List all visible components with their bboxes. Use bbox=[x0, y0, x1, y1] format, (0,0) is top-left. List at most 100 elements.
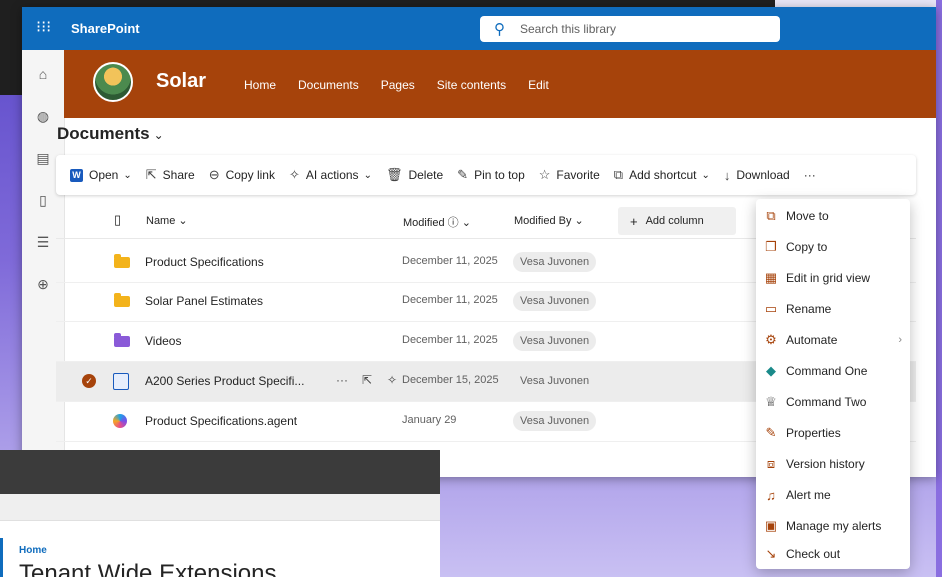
library-title-text: Documents bbox=[57, 124, 150, 143]
menu-item-label: Command Two bbox=[786, 395, 867, 409]
add-column-label: Add column bbox=[645, 215, 704, 227]
more-options-icon[interactable]: ··· bbox=[336, 373, 348, 387]
menu-item-alert-me[interactable]: ♫ Alert me bbox=[756, 480, 910, 510]
site-logo[interactable] bbox=[93, 62, 133, 102]
menu-item-properties[interactable]: ✎ Properties bbox=[756, 418, 910, 448]
menu-item-label: Move to bbox=[786, 209, 829, 223]
column-name[interactable]: Name ⌄ bbox=[146, 214, 188, 227]
file-type-icon[interactable]: ▯ bbox=[114, 212, 121, 228]
menu-item-label: Rename bbox=[786, 302, 832, 316]
command-one-icon: ◆ bbox=[766, 363, 776, 378]
delete-label: Delete bbox=[408, 168, 444, 182]
star-icon: ☆ bbox=[538, 167, 551, 182]
menu-item-command-two[interactable]: ♕ Command Two bbox=[756, 387, 910, 417]
menu-item-automate[interactable]: ⚙ Automate › bbox=[756, 325, 910, 355]
row-name[interactable]: Solar Panel Estimates bbox=[145, 294, 263, 308]
nav-documents[interactable]: Documents bbox=[298, 78, 359, 92]
column-modified-by-label: Modified By bbox=[514, 215, 572, 227]
trash-icon: 🗑 bbox=[385, 167, 403, 182]
menu-item-rename[interactable]: ▭ Rename bbox=[756, 294, 910, 324]
more-button[interactable]: ··· bbox=[804, 168, 816, 182]
row-modified: December 11, 2025 bbox=[402, 255, 498, 267]
ai-actions-button[interactable]: ✧ AI actions ⌄ bbox=[289, 167, 372, 183]
pin-to-top-button[interactable]: ✎ Pin to top bbox=[457, 167, 525, 183]
create-icon[interactable]: ⊕ bbox=[33, 274, 53, 294]
row-modified: December 15, 2025 bbox=[402, 374, 499, 386]
row-modified-by[interactable]: Vesa Juvonen bbox=[513, 331, 597, 351]
chevron-down-icon: ⌄ bbox=[153, 128, 164, 142]
globe-icon[interactable]: ◍ bbox=[33, 106, 53, 126]
library-title[interactable]: Documents ⌄ bbox=[57, 124, 164, 144]
share-icon[interactable]: ⇱ bbox=[362, 373, 372, 387]
copy-icon: ❐ bbox=[765, 239, 777, 254]
sharepoint-brand[interactable]: SharePoint bbox=[71, 21, 140, 36]
command-bar: W Open ⌄ ⇱ Share ⊖ Copy link ✧ AI actions ⌄ 🗑 D… bbox=[56, 155, 916, 195]
row-modified-by[interactable]: Vesa Juvonen bbox=[513, 411, 597, 431]
add-shortcut-button[interactable]: ⧉ Add shortcut ⌄ bbox=[614, 167, 710, 183]
favorite-button[interactable]: ☆ Favorite bbox=[539, 167, 600, 183]
menu-item-label: Copy to bbox=[786, 240, 828, 254]
row-name[interactable]: A200 Series Product Specifi... bbox=[145, 374, 304, 388]
app-launcher-icon[interactable]: ⁝⁝⁝ bbox=[36, 19, 54, 37]
document-icon[interactable]: ▯ bbox=[33, 190, 53, 210]
nav-site-contents[interactable]: Site contents bbox=[437, 78, 506, 92]
download-label: Download bbox=[736, 168, 790, 182]
column-modified-by[interactable]: Modified By ⌄ bbox=[514, 214, 584, 227]
menu-item-copy-to[interactable]: ❐ Copy to bbox=[756, 232, 910, 262]
nav-edit[interactable]: Edit bbox=[528, 78, 549, 92]
search-placeholder: Search this library bbox=[520, 22, 617, 36]
breadcrumb[interactable]: Home bbox=[19, 545, 47, 556]
download-button[interactable]: ↓ Download bbox=[724, 168, 790, 183]
open-button[interactable]: W Open ⌄ bbox=[70, 168, 132, 182]
second-window-toolbar bbox=[0, 494, 440, 521]
row-name[interactable]: Product Specifications bbox=[145, 255, 264, 269]
copy-link-button[interactable]: ⊖ Copy link bbox=[209, 167, 275, 183]
chevron-down-icon: ⌄ bbox=[701, 169, 710, 181]
row-modified-by[interactable]: Vesa Juvonen bbox=[513, 252, 597, 272]
history-icon: ⧈ bbox=[766, 456, 776, 471]
rename-icon: ▭ bbox=[764, 301, 778, 316]
pencil-icon: ✎ bbox=[765, 425, 777, 440]
menu-item-check-out[interactable]: ↘ Check out bbox=[756, 539, 910, 569]
column-modified[interactable]: Modified ⓘ ⌄ bbox=[403, 214, 471, 230]
site-title[interactable]: Solar bbox=[156, 70, 206, 93]
menu-item-move-to[interactable]: ⧉ Move to bbox=[756, 201, 910, 231]
home-icon[interactable]: ⌂ bbox=[33, 64, 53, 84]
delete-button[interactable]: 🗑 Delete bbox=[386, 167, 443, 183]
favorite-label: Favorite bbox=[556, 168, 600, 182]
nav-pages[interactable]: Pages bbox=[381, 78, 415, 92]
folder-icon bbox=[114, 333, 130, 347]
menu-item-command-one[interactable]: ◆ Command One bbox=[756, 356, 910, 386]
add-column-button[interactable]: + Add column bbox=[618, 207, 736, 235]
search-box[interactable]: ⚲ Search this library bbox=[480, 16, 780, 42]
row-modified-by[interactable]: Vesa Juvonen bbox=[513, 291, 597, 311]
selected-check-icon[interactable]: ✓ bbox=[82, 374, 96, 388]
menu-item-label: Manage my alerts bbox=[786, 519, 882, 533]
row-name[interactable]: Product Specifications.agent bbox=[145, 414, 297, 428]
menu-item-manage-my-alerts[interactable]: ▣ Manage my alerts bbox=[756, 511, 910, 541]
chevron-down-icon[interactable]: ⌄ bbox=[283, 568, 295, 577]
chevron-down-icon: ⌄ bbox=[123, 169, 132, 181]
background-purple-edge bbox=[936, 0, 942, 577]
news-icon[interactable]: ▤ bbox=[33, 148, 53, 168]
lists-icon[interactable]: ☰ bbox=[33, 232, 53, 252]
menu-item-version-history[interactable]: ⧈ Version history bbox=[756, 449, 910, 479]
agent-icon bbox=[113, 414, 127, 428]
manage-alerts-icon: ▣ bbox=[764, 518, 778, 533]
menu-item-edit-in-grid-view[interactable]: ▦ Edit in grid view bbox=[756, 263, 910, 293]
menu-item-label: Alert me bbox=[786, 488, 831, 502]
chevron-right-icon: › bbox=[898, 334, 902, 346]
menu-item-label: Edit in grid view bbox=[786, 271, 871, 285]
chevron-down-icon: ⌄ bbox=[363, 169, 372, 181]
trophy-icon: ♕ bbox=[765, 394, 777, 409]
grid-icon: ▦ bbox=[764, 270, 778, 285]
sparkle-icon[interactable]: ✧ bbox=[387, 373, 397, 387]
copy-link-label: Copy link bbox=[225, 168, 275, 182]
row-modified-by[interactable]: Vesa Juvonen bbox=[513, 371, 596, 391]
move-icon: ⧉ bbox=[766, 208, 776, 223]
row-modified: December 11, 2025 bbox=[402, 334, 498, 346]
share-button[interactable]: ⇱ Share bbox=[146, 167, 195, 183]
menu-item-label: Check out bbox=[786, 547, 841, 561]
row-name[interactable]: Videos bbox=[145, 334, 181, 348]
nav-home[interactable]: Home bbox=[244, 78, 276, 92]
